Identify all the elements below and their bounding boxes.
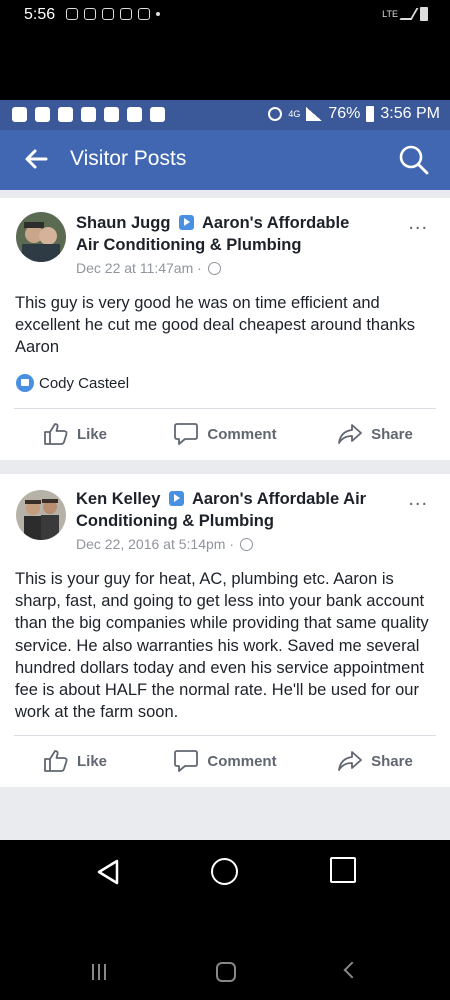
page-title: Visitor Posts: [70, 147, 187, 170]
thumbs-up-icon: [44, 423, 68, 445]
arrow-icon: [168, 491, 184, 506]
post-card: Ken Kelley Aaron's Affordable Air Condit…: [0, 474, 450, 787]
post-text: This is your guy for heat, AC, plumbing …: [15, 570, 429, 722]
nav-home-icon[interactable]: [211, 858, 238, 885]
search-icon[interactable]: [398, 144, 430, 176]
page-name-cont[interactable]: Conditioning & Plumbing: [76, 512, 274, 530]
nav-recents-icon[interactable]: [330, 857, 356, 883]
battery-icon: [366, 106, 375, 122]
thumbs-up-icon: [44, 750, 68, 772]
avatar[interactable]: [16, 490, 66, 540]
reactor-name: Cody Casteel: [39, 374, 130, 392]
outer-home-icon[interactable]: [216, 962, 236, 982]
battery-percent: 76%: [328, 105, 361, 122]
globe-icon: [239, 538, 253, 551]
inner-status-bar: 4G 76% 3:56 PM: [0, 100, 450, 130]
share-icon: [338, 751, 363, 771]
like-reaction-icon: [16, 374, 34, 392]
outer-status-bar: 5:56 LTE: [0, 0, 450, 32]
chat-icon: [12, 107, 27, 122]
back-arrow-icon[interactable]: [22, 145, 50, 173]
outer-recents-icon[interactable]: [92, 964, 106, 980]
settings-icon: [138, 8, 150, 20]
outer-back-icon[interactable]: [343, 961, 361, 979]
post-meta: Dec 22 at 11:47am ·: [76, 260, 221, 276]
divider: [14, 735, 436, 736]
nav-back-icon[interactable]: [95, 858, 121, 886]
inner-notification-icons: [12, 107, 165, 122]
divider: [14, 408, 436, 409]
outer-clock: 5:56: [24, 6, 56, 23]
facebook-icon: [58, 107, 73, 122]
gmail-icon: [120, 8, 132, 20]
share-button[interactable]: Share: [300, 741, 450, 781]
arrow-icon: [179, 215, 195, 230]
battery-icon: [420, 7, 428, 21]
like-label: Like: [76, 425, 107, 443]
share-button[interactable]: Share: [300, 414, 450, 454]
outer-nav-bar: [0, 940, 450, 1000]
comment-button[interactable]: Comment: [150, 414, 300, 454]
wrench-icon: [104, 107, 119, 122]
signal-icon: [399, 8, 419, 20]
image-icon: [127, 107, 142, 122]
share-label: Share: [371, 752, 413, 770]
post-meta: Dec 22, 2016 at 5:14pm ·: [76, 536, 253, 552]
comment-icon: [174, 750, 199, 772]
comment-icon: [174, 423, 199, 445]
app-bar: Visitor Posts: [0, 130, 450, 190]
comment-button[interactable]: Comment: [150, 741, 300, 781]
bluetooth-icon: [268, 107, 283, 121]
share-label: Share: [371, 425, 413, 443]
outer-notification-icons: [66, 8, 160, 20]
post-date[interactable]: Dec 22 at 11:47am: [76, 260, 193, 276]
facebook-icon: [102, 8, 114, 20]
messenger-icon: [81, 107, 96, 122]
inner-nav-bar: [0, 840, 450, 905]
like-button[interactable]: Like: [0, 741, 150, 781]
inner-clock: 3:56 PM: [380, 105, 440, 122]
network-type: 4G: [288, 109, 301, 119]
reactions-summary[interactable]: Cody Casteel: [16, 374, 129, 392]
page-name-cont[interactable]: Air Conditioning & Plumbing: [76, 236, 301, 254]
globe-icon: [207, 262, 221, 275]
signal-icon: [306, 107, 323, 121]
author-name[interactable]: Ken Kelley: [76, 490, 160, 508]
page-name[interactable]: Aaron's Affordable: [202, 214, 349, 232]
author-name[interactable]: Shaun Jugg: [76, 214, 170, 232]
avatar[interactable]: [16, 212, 66, 262]
share-icon: [338, 424, 363, 444]
more-dot-icon: [156, 12, 160, 16]
comment-label: Comment: [207, 425, 277, 443]
post-text: This guy is very good he was on time eff…: [15, 294, 415, 357]
post-card: Shaun Jugg Aaron's Affordable Air Condit…: [0, 198, 450, 460]
post-header: Ken Kelley Aaron's Affordable Air Condit…: [76, 488, 396, 532]
messenger-icon: [84, 8, 96, 20]
inner-system-icons: 4G 76% 3:56 PM: [268, 105, 440, 123]
more-options-icon[interactable]: ...: [408, 489, 428, 509]
post-actions: Like Comment Share: [0, 414, 450, 454]
facebook-icon: [35, 107, 50, 122]
network-type: LTE: [382, 8, 398, 19]
post-date[interactable]: Dec 22, 2016 at 5:14pm: [76, 536, 225, 552]
like-label: Like: [76, 752, 107, 770]
post-header: Shaun Jugg Aaron's Affordable Air Condit…: [76, 212, 396, 256]
gmail-icon: [150, 107, 165, 122]
comment-label: Comment: [207, 752, 277, 770]
more-options-icon[interactable]: ...: [408, 213, 428, 233]
post-actions: Like Comment Share: [0, 741, 450, 781]
notification-icon: [66, 8, 78, 20]
outer-system-icons: LTE: [382, 7, 428, 21]
like-button[interactable]: Like: [0, 414, 150, 454]
screenshot-area: 4G 76% 3:56 PM Visitor Posts Shaun Jugg …: [0, 100, 450, 840]
page-name[interactable]: Aaron's Affordable Air: [192, 490, 366, 508]
